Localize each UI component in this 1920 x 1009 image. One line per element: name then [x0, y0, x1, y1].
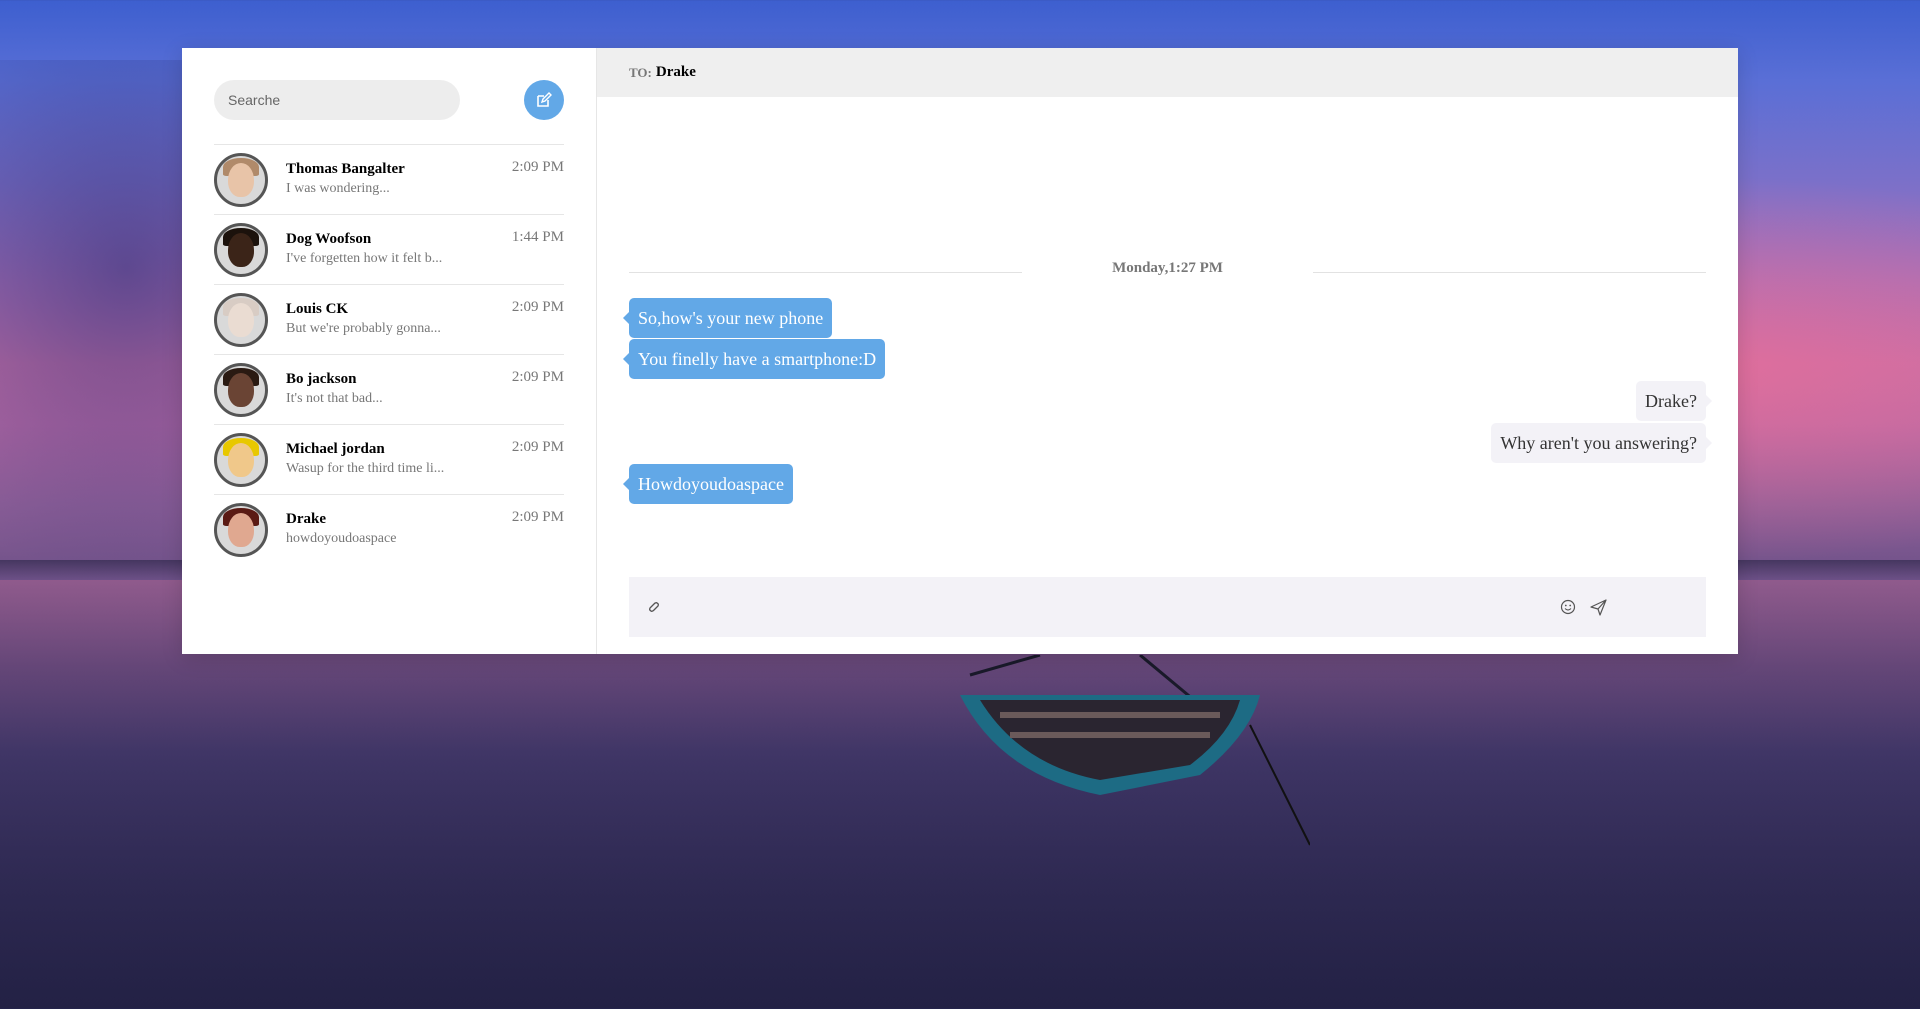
messenger-window: Thomas BangalterI was wondering...2:09 P… [182, 48, 1738, 654]
contact-item[interactable]: Michael jordan Wasup for the third time l… [214, 425, 564, 495]
avatar [214, 503, 268, 557]
message-composer [629, 577, 1706, 637]
contact-preview: It's not that bad... [286, 390, 383, 406]
send-button[interactable] [1586, 595, 1610, 619]
avatar-face [228, 372, 254, 407]
message-input[interactable] [665, 587, 1556, 627]
divider [1312, 271, 1706, 273]
contact-time: 2:09 PM [511, 439, 564, 455]
contact-preview: I've forgetten how it felt b... [286, 250, 443, 266]
emoji-button[interactable] [1556, 595, 1580, 619]
pencil-square-icon [537, 92, 552, 107]
avatar-face [228, 162, 254, 197]
date-separator: Monday,1:27 PM [629, 258, 1706, 278]
contact-preview: howdoyoudoaspace [286, 531, 397, 546]
contact-time: 2:09 PM [511, 159, 564, 175]
conversation-sidebar: Thomas BangalterI was wondering...2:09 P… [182, 48, 597, 654]
contact-item[interactable]: Thomas Bangalter I was wondering... 2:09 P… [214, 145, 564, 215]
avatar-face [228, 302, 254, 337]
contact-preview: But we're probably gonna... [286, 320, 441, 336]
incoming-message: You finelly have a smartphone:D [622, 339, 886, 379]
avatar [214, 292, 268, 347]
search-input[interactable] [214, 80, 460, 120]
recipient-name: Drake [655, 64, 696, 80]
outgoing-message: Why aren't you answering? [1491, 423, 1712, 463]
paper-plane-icon [1589, 598, 1607, 616]
chat-panel: TO: Drake Monday,1:27 PM So,how's your n… [597, 48, 1738, 654]
avatar [214, 432, 268, 487]
contact-item[interactable]: Drake howdoyoudoaspace 2:09 PM [214, 495, 564, 565]
attach-button[interactable] [641, 595, 665, 619]
divider [629, 271, 1023, 273]
contact-preview: Wasup for the third time li... [286, 460, 445, 476]
incoming-message: Howdoyoudoaspace [623, 464, 793, 504]
chat-header: TO: Drake [597, 48, 1738, 97]
avatar-face [228, 442, 254, 477]
paperclip-icon [649, 602, 659, 612]
smiley-icon [1560, 599, 1576, 615]
incoming-message: So,how's your new phone [622, 298, 833, 338]
compose-button[interactable] [524, 80, 564, 120]
contact-item[interactable]: Bo jackson It's not that bad... 2:09 PM [214, 355, 564, 425]
contact-time: 2:09 PM [511, 369, 564, 385]
contact-list: Thomas Bangalter I was wondering... 2:09 P… [214, 144, 564, 565]
outgoing-message: Drake? [1636, 381, 1712, 421]
boat-image [960, 655, 1310, 846]
date-separator-text: Monday,1:27 PM [1112, 259, 1223, 276]
contact-time: 2:09 PM [511, 299, 564, 315]
recipient-label: TO: [629, 64, 652, 80]
avatar-face [228, 232, 254, 267]
contact-item[interactable]: Louis CK But we're probably gonna... 2:09 … [214, 285, 564, 355]
avatar [214, 152, 268, 207]
contact-preview: I was wondering... [286, 180, 390, 196]
contact-time: 2:09 PM [511, 509, 564, 525]
search-row [214, 80, 564, 120]
contact-time: 1:44 PM [511, 229, 564, 245]
contact-item[interactable]: Dog Woofson I've forgetten how it felt b.… [214, 215, 564, 285]
avatar-face [228, 513, 254, 547]
avatar [214, 362, 268, 417]
avatar [214, 222, 268, 277]
